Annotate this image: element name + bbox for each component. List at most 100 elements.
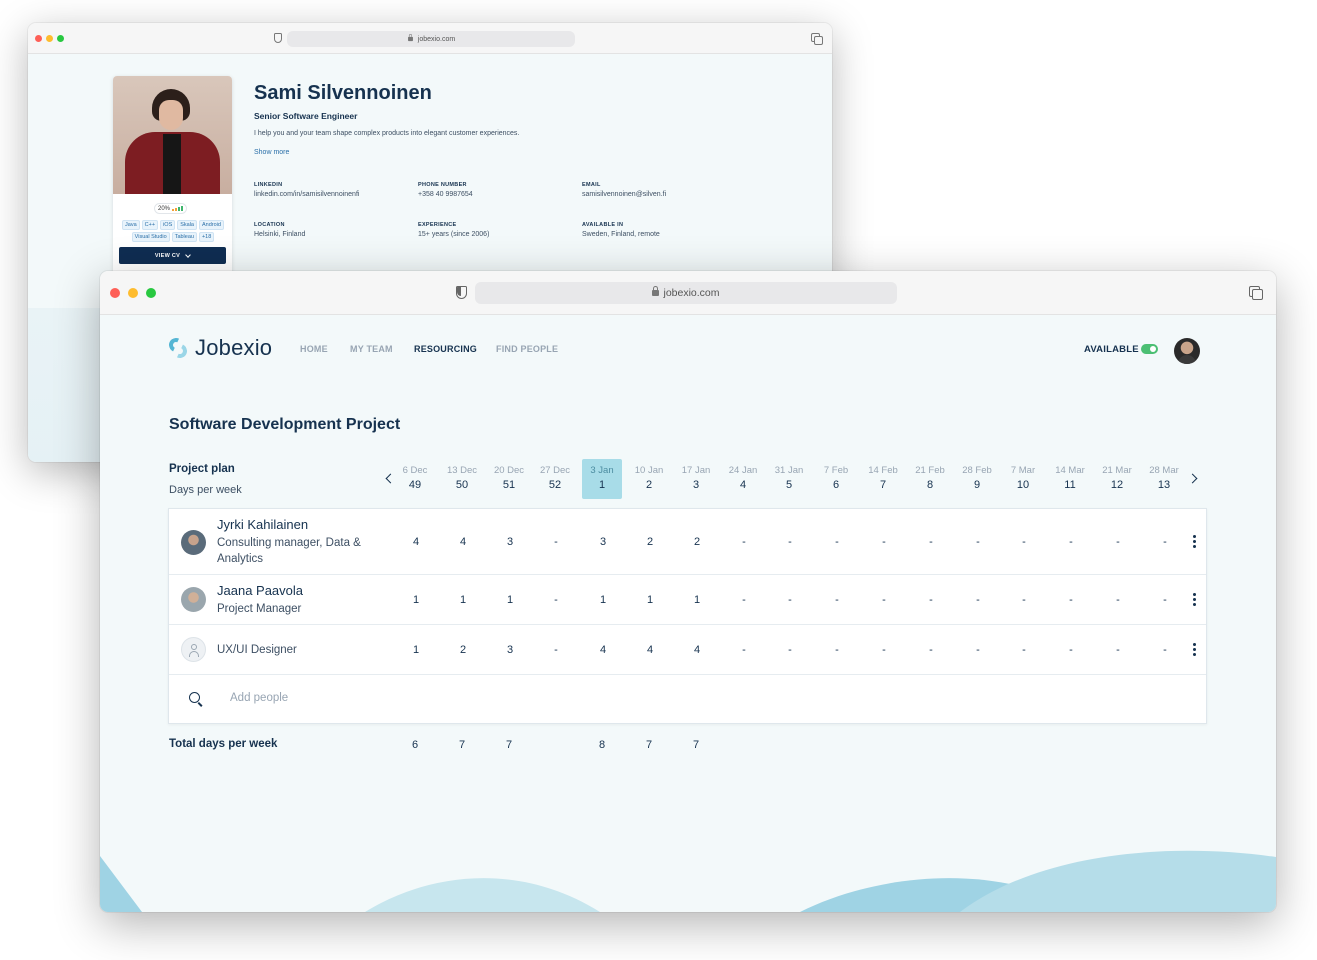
days-cell[interactable]: - (1098, 594, 1138, 606)
availability-toggle[interactable] (1141, 344, 1158, 354)
days-cell[interactable]: 2 (677, 536, 717, 548)
days-cell[interactable]: - (1051, 536, 1091, 548)
days-cell[interactable]: 1 (677, 594, 717, 606)
days-cell[interactable]: - (864, 644, 904, 656)
days-cell[interactable]: - (864, 594, 904, 606)
days-cell[interactable]: 3 (490, 536, 530, 548)
days-cell[interactable]: - (817, 594, 857, 606)
week-column[interactable]: 7 Mar 10 (1003, 459, 1043, 499)
week-column[interactable]: 14 Feb 7 (863, 459, 903, 499)
week-column[interactable]: 28 Mar 13 (1144, 459, 1184, 499)
days-cell[interactable]: - (770, 536, 810, 548)
address-bar[interactable]: jobexio.com (287, 31, 575, 47)
shield-icon[interactable] (456, 286, 467, 299)
days-cell[interactable]: - (911, 536, 951, 548)
days-cell[interactable]: - (1004, 594, 1044, 606)
week-column[interactable]: 28 Feb 9 (957, 459, 997, 499)
person-name[interactable]: Jyrki Kahilainen (217, 517, 308, 532)
days-cell[interactable]: 1 (443, 594, 483, 606)
days-cell[interactable]: - (536, 536, 576, 548)
days-cell[interactable]: - (1051, 644, 1091, 656)
nav-my-team[interactable]: MY TEAM (350, 344, 393, 354)
close-window-button[interactable] (35, 35, 42, 42)
close-window-button[interactable] (110, 288, 120, 298)
days-cell[interactable]: - (1145, 644, 1185, 656)
next-weeks-arrow-icon[interactable] (1187, 473, 1198, 484)
row-menu-button[interactable] (1193, 593, 1196, 608)
week-column[interactable]: 20 Dec 51 (489, 459, 529, 499)
days-cell[interactable]: - (724, 594, 764, 606)
days-cell[interactable]: - (724, 536, 764, 548)
week-column[interactable]: 13 Dec 50 (442, 459, 482, 499)
tabs-icon[interactable] (1249, 286, 1263, 300)
email-link[interactable]: samisilvennoinen@silven.fi (582, 191, 666, 198)
days-cell[interactable]: - (1145, 594, 1185, 606)
days-cell[interactable]: 4 (677, 644, 717, 656)
tabs-icon[interactable] (811, 33, 823, 45)
days-cell[interactable]: - (724, 644, 764, 656)
show-more-link[interactable]: Show more (254, 149, 289, 156)
days-cell[interactable]: - (1145, 536, 1185, 548)
week-column[interactable]: 31 Jan 5 (769, 459, 809, 499)
week-column[interactable]: 6 Dec 49 (395, 459, 435, 499)
row-menu-button[interactable] (1193, 643, 1196, 658)
days-cell[interactable]: - (958, 644, 998, 656)
search-icon[interactable] (189, 692, 200, 703)
days-cell[interactable]: 4 (396, 536, 436, 548)
days-cell[interactable]: 4 (583, 644, 623, 656)
previous-weeks-arrow-icon[interactable] (385, 473, 396, 484)
days-cell[interactable]: 4 (630, 644, 670, 656)
days-cell[interactable]: 1 (630, 594, 670, 606)
days-cell[interactable]: - (958, 594, 998, 606)
days-cell[interactable]: - (864, 536, 904, 548)
days-cell[interactable]: - (536, 594, 576, 606)
days-cell[interactable]: - (911, 594, 951, 606)
days-cell[interactable]: 1 (490, 594, 530, 606)
days-cell[interactable]: - (817, 536, 857, 548)
days-cell[interactable]: 1 (396, 594, 436, 606)
week-column[interactable]: 21 Mar 12 (1097, 459, 1137, 499)
days-cell[interactable]: 2 (630, 536, 670, 548)
days-cell[interactable]: 2 (443, 644, 483, 656)
view-cv-button[interactable]: VIEW CV (119, 247, 226, 264)
days-cell[interactable]: - (536, 644, 576, 656)
days-cell[interactable]: - (1004, 644, 1044, 656)
linkedin-link[interactable]: linkedin.com/in/samisilvennoinenfi (254, 191, 359, 198)
days-cell[interactable]: - (817, 644, 857, 656)
row-menu-button[interactable] (1193, 535, 1196, 550)
maximize-window-button[interactable] (57, 35, 64, 42)
address-bar[interactable]: jobexio.com (475, 282, 897, 304)
week-column[interactable]: 21 Feb 8 (910, 459, 950, 499)
days-cell[interactable]: - (958, 536, 998, 548)
maximize-window-button[interactable] (146, 288, 156, 298)
days-cell[interactable]: - (1004, 536, 1044, 548)
week-column[interactable]: 7 Feb 6 (816, 459, 856, 499)
week-column-current[interactable]: 3 Jan 1 (582, 459, 622, 499)
days-cell[interactable]: 4 (443, 536, 483, 548)
week-column[interactable]: 24 Jan 4 (723, 459, 763, 499)
days-cell[interactable]: 1 (396, 644, 436, 656)
week-column[interactable]: 17 Jan 3 (676, 459, 716, 499)
minimize-window-button[interactable] (46, 35, 53, 42)
nav-home[interactable]: HOME (300, 344, 328, 354)
skill-tag-more[interactable]: +18 (198, 232, 215, 242)
days-cell[interactable]: - (1098, 536, 1138, 548)
nav-find-people[interactable]: FIND PEOPLE (496, 344, 558, 354)
shield-icon[interactable] (274, 33, 282, 43)
days-cell[interactable]: - (1098, 644, 1138, 656)
nav-resourcing[interactable]: RESOURCING (414, 344, 477, 354)
week-column[interactable]: 10 Jan 2 (629, 459, 669, 499)
week-column[interactable]: 14 Mar 11 (1050, 459, 1090, 499)
days-cell[interactable]: - (1051, 594, 1091, 606)
days-cell[interactable]: 1 (583, 594, 623, 606)
person-name[interactable]: Jaana Paavola (217, 583, 303, 598)
days-cell[interactable]: 3 (490, 644, 530, 656)
minimize-window-button[interactable] (128, 288, 138, 298)
week-column[interactable]: 27 Dec 52 (535, 459, 575, 499)
jobexio-logo[interactable]: Jobexio (167, 335, 272, 361)
days-cell[interactable]: - (911, 644, 951, 656)
days-cell[interactable]: - (770, 644, 810, 656)
days-cell[interactable]: 3 (583, 536, 623, 548)
user-avatar[interactable] (1174, 338, 1200, 364)
days-cell[interactable]: - (770, 594, 810, 606)
